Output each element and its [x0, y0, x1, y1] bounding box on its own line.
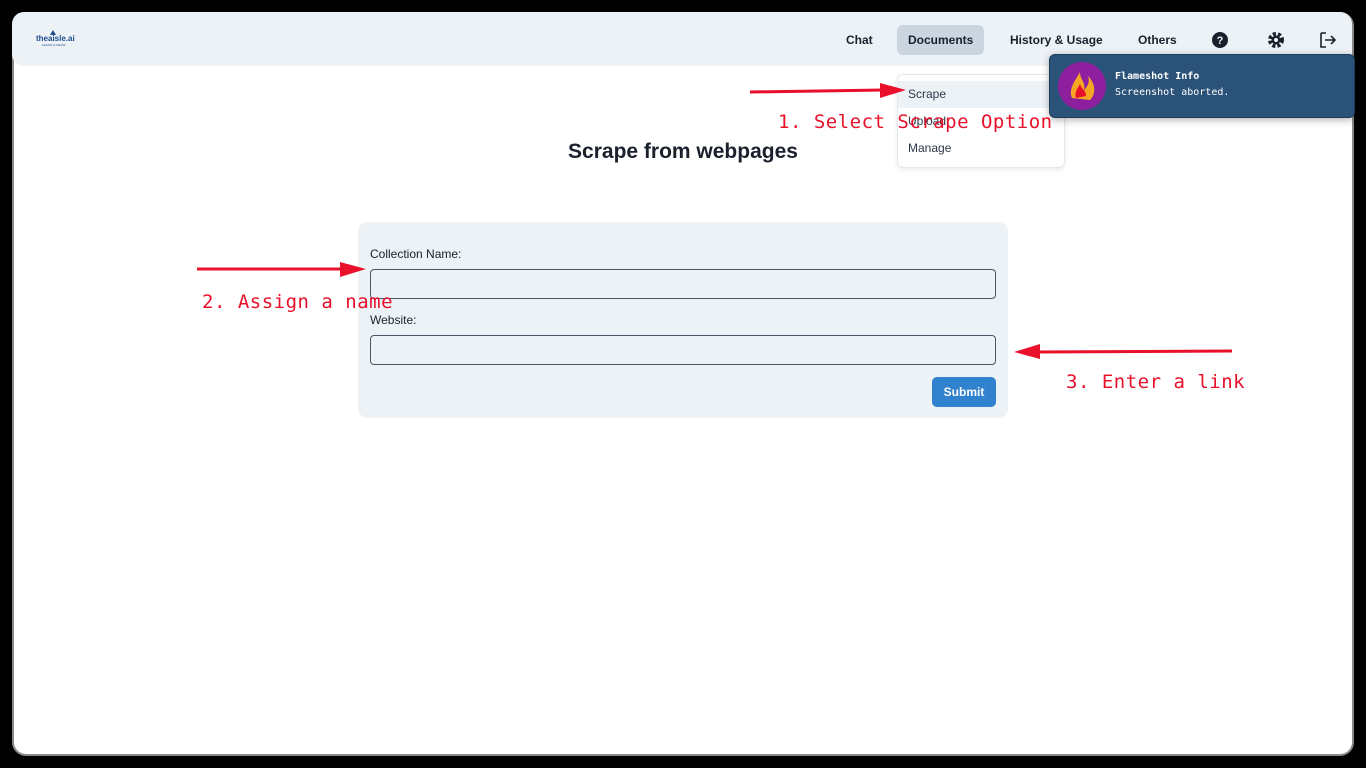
dropdown-item-scrape[interactable]: Scrape [898, 81, 1064, 108]
collection-name-label: Collection Name: [370, 247, 462, 261]
annotation-step3: 3. Enter a link [1066, 371, 1246, 393]
website-label: Website: [370, 313, 417, 327]
flameshot-icon [1058, 62, 1106, 110]
collection-name-input[interactable] [370, 269, 996, 299]
website-input[interactable] [370, 335, 996, 365]
scrape-form: Collection Name: Website: Submit [358, 222, 1008, 418]
page-title: Scrape from webpages [568, 140, 798, 163]
flameshot-notification[interactable]: Flameshot Info Screenshot aborted. [1049, 54, 1355, 118]
nav-documents[interactable]: Documents [897, 25, 985, 55]
svg-text:?: ? [1217, 35, 1224, 47]
nav-history-usage[interactable]: History & Usage [999, 25, 1114, 55]
logo-text: theaisle.ai [36, 34, 75, 43]
submit-button[interactable]: Submit [932, 377, 996, 407]
brand-logo[interactable]: theaisle.ai LEARN & GROW [36, 30, 96, 48]
nav-others[interactable]: Others [1127, 25, 1188, 55]
annotation-step2: 2. Assign a name [202, 291, 394, 313]
annotation-step1: 1. Select Scrape Option [778, 111, 1053, 133]
notification-body: Screenshot aborted. [1115, 87, 1230, 98]
logout-icon[interactable] [1318, 30, 1338, 50]
settings-icon[interactable] [1266, 30, 1286, 50]
logo-subtext: LEARN & GROW [42, 43, 66, 47]
help-icon[interactable]: ? [1210, 30, 1230, 50]
notification-title: Flameshot Info [1115, 71, 1200, 82]
nav-chat[interactable]: Chat [835, 25, 884, 55]
